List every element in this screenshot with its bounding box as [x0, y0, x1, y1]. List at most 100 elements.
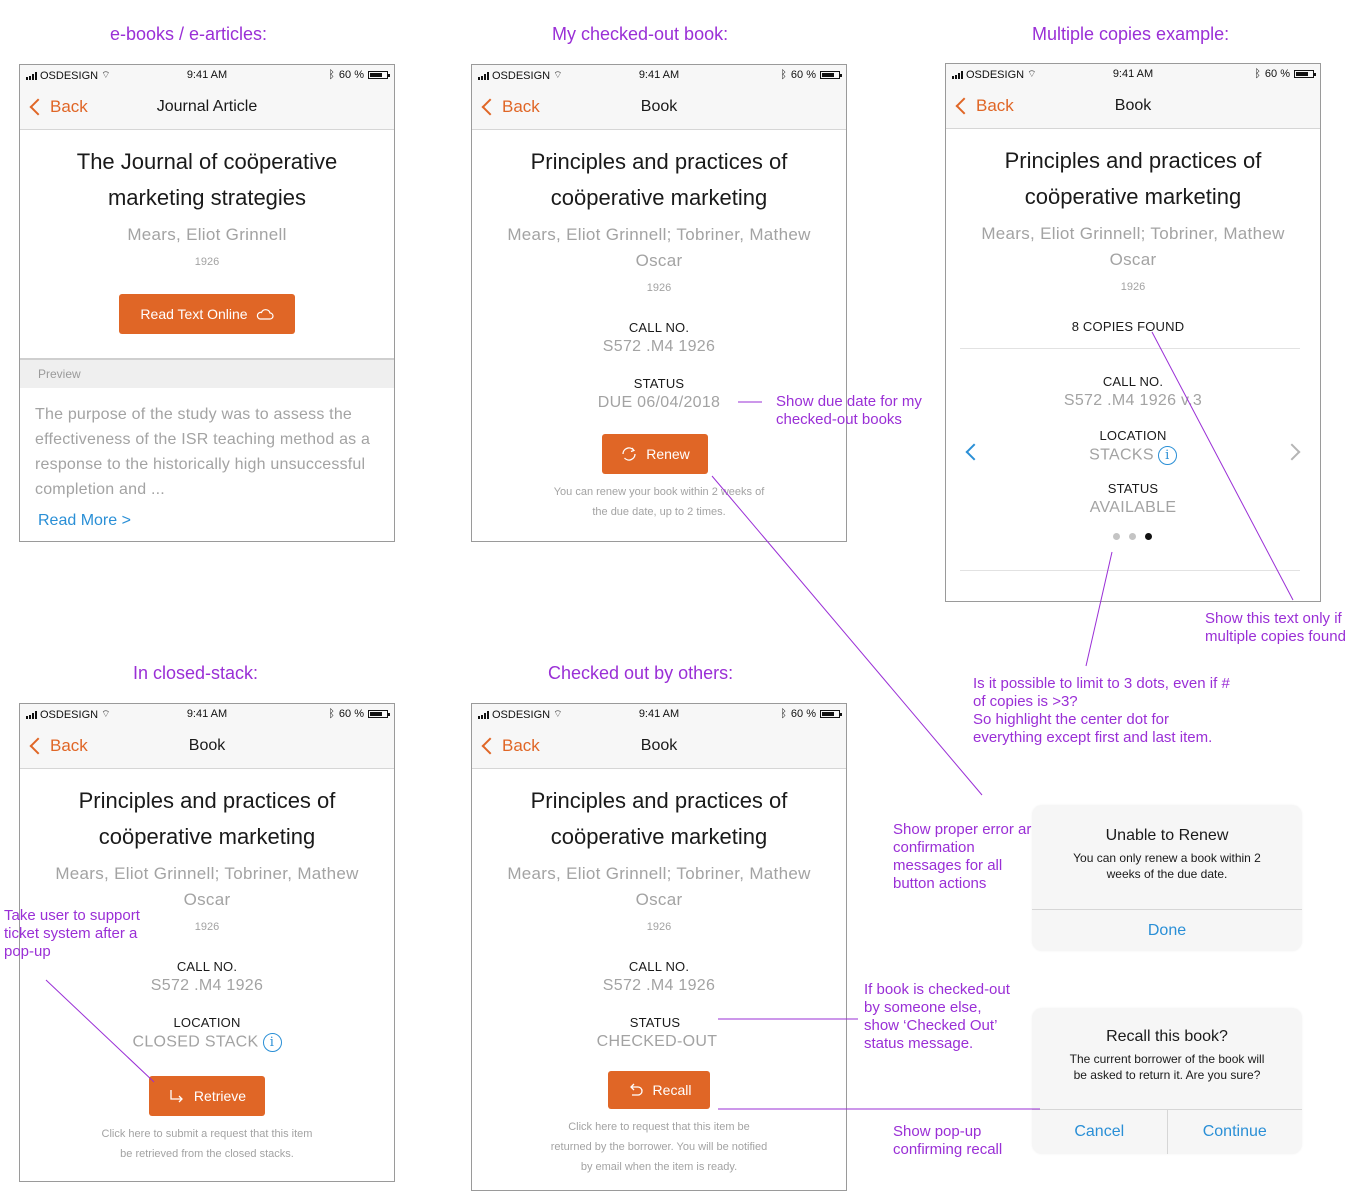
dialog-message: You can only renew a book within 2 weeks …	[1073, 851, 1261, 881]
note-dots: Is it possible to limit to 3 dots, even …	[973, 675, 1230, 746]
nav-title: Book	[640, 737, 678, 754]
renew-hint: You can renew your book within 2 weeks o…	[553, 486, 765, 518]
status-label: STATUS	[1107, 481, 1159, 496]
book-year: 1926	[646, 282, 672, 294]
bluetooth-icon: ᛒ	[780, 708, 787, 720]
done-button[interactable]: Done	[1032, 910, 1302, 951]
book-year: 1926	[194, 256, 220, 268]
section-title-multiple-copies: Multiple copies example:	[1032, 24, 1230, 44]
copies-divider-bottom	[960, 570, 1300, 571]
book-authors: Mears, Eliot Grinnell; Tobriner, Mathew O…	[507, 864, 811, 909]
page-dot[interactable]	[1112, 533, 1120, 540]
battery-label: 60 %	[338, 69, 364, 81]
nav-bar: Back Book	[472, 724, 846, 769]
book-title: The Journal of coöperative marketing stra…	[76, 149, 338, 210]
page-dot[interactable]	[1128, 533, 1136, 540]
status-bar: OSDESIGN ⌔ 9:41 AM ᛒ 60 %	[20, 704, 394, 724]
call-no-value: S572 .M4 1926	[602, 338, 716, 355]
retrieve-hint: Click here to submit a request that this…	[101, 1128, 313, 1160]
bluetooth-icon: ᛒ	[328, 69, 335, 81]
recall-button[interactable]: Recall	[608, 1071, 710, 1109]
note-due-date: Show due date for my checked-out books	[776, 393, 922, 428]
location-value: STACKS i	[946, 446, 1320, 465]
preview-label: Preview	[38, 367, 81, 381]
preview-header: Preview	[20, 360, 394, 388]
call-no-value: S572 .M4 1926	[602, 977, 716, 994]
phone-ebook: OSDESIGN ⌔ 9:41 AM ᛒ 60 % Back Journal Art…	[19, 64, 395, 542]
cloud-icon	[256, 309, 274, 320]
location-label: LOCATION	[173, 1015, 241, 1030]
status-value: CHECKED-OUT	[596, 1033, 718, 1050]
call-no-value: S572 .M4 1926	[150, 977, 264, 994]
battery-icon	[368, 710, 390, 718]
continue-button[interactable]: Continue	[1168, 1110, 1303, 1154]
renew-label: Renew	[646, 446, 690, 462]
dialog-title: Recall this book?	[1106, 1028, 1228, 1045]
preview-text: The purpose of the study was to assess t…	[35, 406, 371, 498]
dialog-message: The current borrower of the book will be …	[1069, 1052, 1265, 1082]
battery-label: 60 %	[1264, 68, 1290, 80]
dialog-title: Unable to Renew	[1105, 827, 1229, 844]
call-no-value: S572 .M4 1926 v.3	[1063, 392, 1203, 409]
battery-icon	[368, 71, 390, 79]
renew-error-dialog: Unable to Renew You can only renew a boo…	[1032, 805, 1302, 951]
call-no-label: CALL NO.	[628, 320, 690, 335]
battery-icon	[1294, 70, 1316, 78]
book-title: Principles and practices of coöperative m…	[1004, 148, 1262, 209]
book-title: Principles and practices of coöperative m…	[78, 788, 336, 849]
retrieve-label: Retrieve	[193, 1088, 247, 1104]
status-bar: OSDESIGN ⌔ 9:41 AM ᛒ 60 %	[20, 65, 394, 85]
cancel-button[interactable]: Cancel	[1032, 1110, 1168, 1154]
nav-title: Journal Article	[156, 98, 258, 115]
nav-title: Book	[640, 98, 678, 115]
status-bar: OSDESIGN ⌔ 9:41 AM ᛒ 60 %	[472, 704, 846, 724]
section-title-my-checked-out: My checked-out book:	[552, 24, 729, 44]
retrieve-button[interactable]: Retrieve	[149, 1076, 265, 1116]
nav-bar: Back Book	[946, 84, 1320, 129]
read-more-link[interactable]: Read More >	[38, 512, 131, 530]
note-checked-out-status: If book is checked-out by someone else, sh…	[864, 981, 1010, 1052]
status-bar: OSDESIGN ⌔ 9:41 AM ᛒ 60 %	[946, 64, 1320, 84]
book-authors: Mears, Eliot Grinnell; Tobriner, Mathew O…	[55, 864, 359, 909]
section-title-checked-by-others: Checked out by others:	[548, 663, 734, 683]
section-title-ebooks: e-books / e-articles:	[110, 24, 268, 44]
bluetooth-icon: ᛒ	[328, 708, 335, 720]
bluetooth-icon: ᛒ	[780, 69, 787, 81]
recall-label: Recall	[652, 1082, 692, 1098]
status-label: STATUS	[629, 1015, 681, 1030]
page-dot[interactable]	[1144, 533, 1152, 540]
read-online-button[interactable]: Read Text Online	[119, 294, 295, 334]
battery-label: 60 %	[790, 69, 816, 81]
section-title-closed-stack: In closed-stack:	[133, 663, 259, 683]
renew-button[interactable]: Renew	[602, 434, 708, 474]
status-label: STATUS	[633, 376, 685, 391]
recall-hint: Click here to request that this item be r…	[550, 1121, 768, 1173]
note-copies-only: Show this text only if multiple copies fo…	[1205, 610, 1346, 645]
battery-label: 60 %	[338, 708, 364, 720]
note-popup-recall: Show pop-up confirming recall	[893, 1123, 1003, 1158]
book-authors: Mears, Eliot Grinnell; Tobriner, Mathew O…	[981, 224, 1285, 269]
book-year: 1926	[1120, 281, 1146, 293]
info-icon[interactable]: i	[1157, 446, 1177, 465]
nav-bar: Back Journal Article	[20, 85, 394, 130]
status-value: AVAILABLE	[1089, 499, 1177, 516]
call-no-label: CALL NO.	[176, 959, 238, 974]
phone-my-checked-out: OSDESIGN ⌔ 9:41 AM ᛒ 60 % Back Book Princi…	[471, 64, 847, 542]
nav-title: Book	[188, 737, 226, 754]
info-icon[interactable]: i	[262, 1033, 282, 1052]
undo-icon	[629, 1083, 643, 1096]
nav-title: Book	[1114, 97, 1152, 114]
arrow-turn-right-icon	[170, 1090, 183, 1103]
nav-bar: Back Book	[20, 724, 394, 769]
book-authors: Mears, Eliot Grinnell	[127, 225, 287, 244]
call-no-label: CALL NO.	[628, 959, 690, 974]
copies-found-label: 8 COPIES FOUND	[1071, 319, 1185, 334]
note-error-messages: Show proper error ar confirmation messages…	[893, 821, 1032, 892]
battery-label: 60 %	[790, 708, 816, 720]
recall-confirm-dialog: Recall this book? The current borrower o…	[1032, 1008, 1302, 1154]
note-support-ticket: Take user to support ticket system after …	[4, 907, 140, 960]
copies-divider-top	[960, 348, 1300, 349]
phone-checked-by-others: OSDESIGN ⌔ 9:41 AM ᛒ 60 % Back Book Princi…	[471, 703, 847, 1191]
refresh-icon	[622, 447, 636, 461]
page-dots[interactable]	[946, 533, 1320, 540]
